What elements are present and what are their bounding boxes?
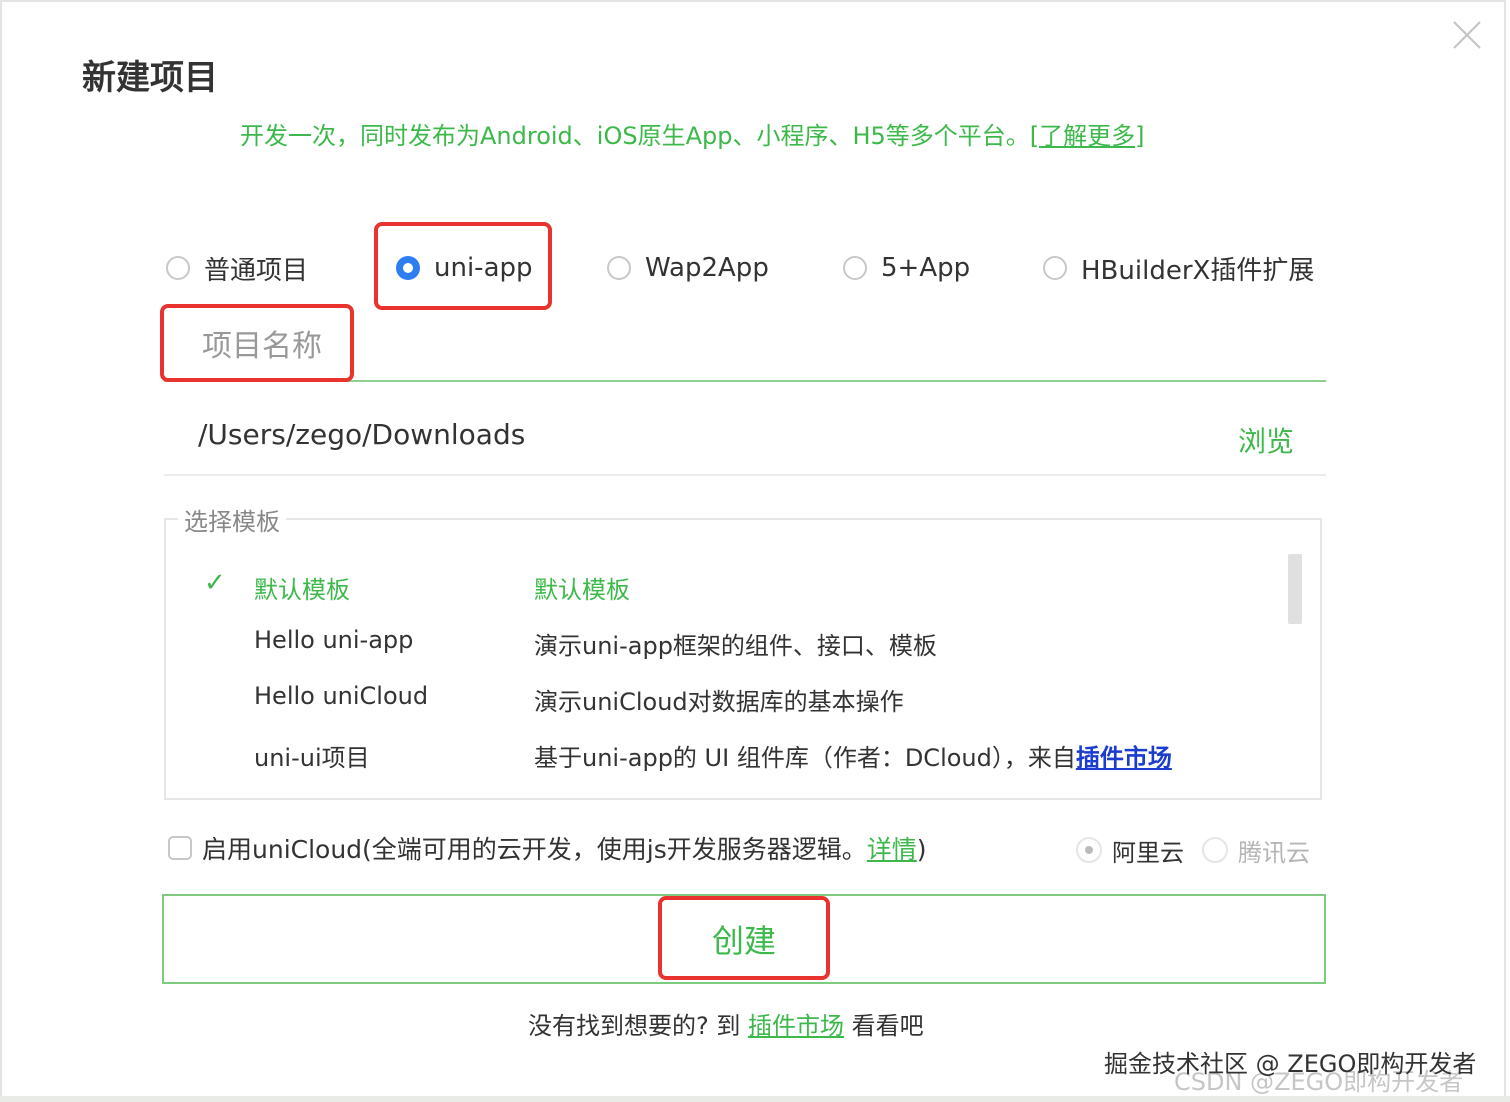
footer-suffix: 看看吧 bbox=[851, 1012, 924, 1040]
template-row-default[interactable]: ✓ 默认模板 默认模板 bbox=[166, 566, 1266, 606]
learn-more-link[interactable]: [了解更多] bbox=[1030, 122, 1145, 150]
project-type-label: 普通项目 bbox=[204, 255, 309, 286]
footer-plugin-market-link[interactable]: 插件市场 bbox=[748, 1012, 844, 1040]
project-type-normal[interactable]: 普通项目 bbox=[166, 248, 308, 288]
enable-unicloud-label: 启用uniCloud(全端可用的云开发，使用js开发服务器逻辑。详情) bbox=[202, 830, 927, 866]
subtitle-text: 开发一次，同时发布为Android、iOS原生App、小程序、H5等多个平台。 bbox=[240, 122, 1030, 150]
template-name: Hello uniCloud bbox=[254, 682, 429, 710]
provider-label: 阿里云 bbox=[1112, 838, 1184, 867]
project-location-path[interactable]: /Users/zego/Downloads bbox=[198, 418, 525, 451]
template-name: uni-ui项目 bbox=[254, 744, 370, 772]
radio-checked-icon[interactable] bbox=[1076, 837, 1102, 863]
close-icon[interactable] bbox=[1450, 18, 1484, 52]
template-row-uni-ui[interactable]: uni-ui项目 基于uni-app的 UI 组件库（作者：DCloud），来自… bbox=[166, 734, 1266, 774]
provider-label: 腾讯云 bbox=[1238, 838, 1310, 867]
radio-icon[interactable] bbox=[1043, 256, 1067, 280]
project-type-label: HBuilderX插件扩展 bbox=[1081, 255, 1315, 286]
project-name-input[interactable] bbox=[164, 312, 1326, 382]
unicloud-details-link[interactable]: 详情 bbox=[867, 835, 917, 864]
radio-checked-icon[interactable] bbox=[396, 256, 420, 280]
template-list-scrollbar[interactable] bbox=[1288, 554, 1302, 624]
project-type-uni-app[interactable]: uni-app bbox=[396, 248, 533, 288]
project-type-label: uni-app bbox=[434, 253, 533, 283]
project-location-row: /Users/zego/Downloads 浏览 bbox=[164, 402, 1326, 476]
enable-unicloud-option[interactable]: 启用uniCloud(全端可用的云开发，使用js开发服务器逻辑。详情) bbox=[168, 830, 927, 866]
template-row-hello-uni-app[interactable]: Hello uni-app 演示uni-app框架的组件、接口、模板 bbox=[166, 622, 1266, 662]
unicloud-label-text: 启用uniCloud(全端可用的云开发，使用js开发服务器逻辑。 bbox=[202, 835, 867, 864]
footer-prefix: 没有找到想要的? 到 bbox=[528, 1012, 741, 1040]
new-project-dialog: 新建项目 开发一次，同时发布为Android、iOS原生App、小程序、H5等多… bbox=[0, 0, 1506, 1098]
radio-icon[interactable] bbox=[166, 256, 190, 280]
project-type-5plus-app[interactable]: 5+App bbox=[843, 248, 970, 288]
radio-icon[interactable] bbox=[1202, 837, 1228, 863]
template-name: 默认模板 bbox=[254, 576, 350, 604]
template-row-hello-unicloud[interactable]: Hello uniCloud 演示uniCloud对数据库的基本操作 bbox=[166, 678, 1266, 718]
template-description: 演示uniCloud对数据库的基本操作 bbox=[534, 688, 904, 716]
dialog-subtitle: 开发一次，同时发布为Android、iOS原生App、小程序、H5等多个平台。[… bbox=[240, 116, 1145, 151]
footer-hint: 没有找到想要的? 到 插件市场 看看吧 bbox=[528, 1006, 924, 1041]
provider-aliyun[interactable]: 阿里云 bbox=[1076, 832, 1184, 868]
project-type-wap2app[interactable]: Wap2App bbox=[607, 248, 769, 288]
checkmark-icon: ✓ bbox=[204, 568, 226, 598]
template-legend: 选择模板 bbox=[178, 502, 286, 537]
template-description: 默认模板 bbox=[534, 576, 630, 604]
create-button[interactable]: 创建 bbox=[162, 894, 1326, 984]
checkbox-icon[interactable] bbox=[168, 836, 192, 860]
browse-button[interactable]: 浏览 bbox=[1238, 420, 1294, 460]
dialog-title: 新建项目 bbox=[82, 58, 218, 98]
template-description-text: 基于uni-app的 UI 组件库（作者：DCloud），来自 bbox=[534, 744, 1076, 772]
project-type-label: Wap2App bbox=[645, 253, 769, 283]
radio-icon[interactable] bbox=[843, 256, 867, 280]
template-name: Hello uni-app bbox=[254, 626, 414, 654]
template-description: 演示uni-app框架的组件、接口、模板 bbox=[534, 632, 937, 660]
provider-tencent[interactable]: 腾讯云 bbox=[1202, 832, 1310, 868]
watermark-juejin: 掘金技术社区 @ ZEGO即构开发者 bbox=[1104, 1050, 1477, 1078]
template-list: ✓ 默认模板 默认模板 Hello uni-app 演示uni-app框架的组件… bbox=[164, 518, 1322, 800]
plugin-market-link[interactable]: 插件市场 bbox=[1076, 744, 1172, 772]
radio-icon[interactable] bbox=[607, 256, 631, 280]
unicloud-label-close: ) bbox=[916, 835, 927, 864]
template-description: 基于uni-app的 UI 组件库（作者：DCloud），来自插件市场 bbox=[534, 738, 1172, 773]
project-type-hbuilderx-plugin[interactable]: HBuilderX插件扩展 bbox=[1043, 248, 1314, 288]
project-type-label: 5+App bbox=[881, 253, 971, 283]
